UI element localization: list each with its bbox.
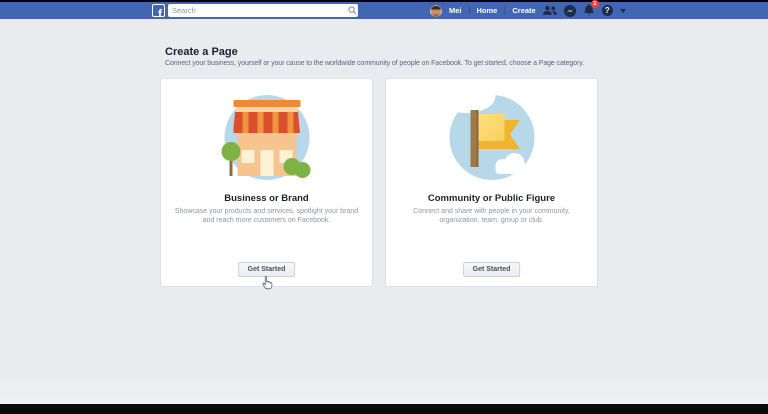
card-title: Community or Public Figure xyxy=(427,193,556,204)
cloud xyxy=(495,165,528,174)
storefront-window-left xyxy=(241,150,254,163)
messenger-icon[interactable] xyxy=(563,4,576,17)
get-started-button-business[interactable]: Get Started xyxy=(237,262,296,277)
account-menu-caret-icon[interactable] xyxy=(619,8,626,13)
help-glyph: ? xyxy=(601,5,613,16)
letterbox-bottom xyxy=(0,404,768,414)
page-subtitle: Connect your business, yourself or your … xyxy=(165,60,584,67)
category-cards: Business or Brand Showcase your products… xyxy=(160,78,598,287)
storefront-door xyxy=(260,150,273,176)
card-community-or-public-figure[interactable]: Community or Public Figure Connect and s… xyxy=(385,78,598,287)
caret-down-icon xyxy=(619,8,626,13)
create-page-screen: Create a Page Connect your business, you… xyxy=(0,19,768,404)
nav-divider xyxy=(504,6,506,15)
nav-profile[interactable]: Mei xyxy=(449,6,462,15)
nav-home[interactable]: Home xyxy=(477,6,498,15)
card-business-or-brand[interactable]: Business or Brand Showcase your products… xyxy=(160,78,373,287)
flag-illustration xyxy=(437,79,534,180)
friend-requests-icon[interactable] xyxy=(542,5,557,16)
search-bar[interactable] xyxy=(168,4,358,17)
flag-pole xyxy=(470,110,478,167)
header-nav: Mei Home Create 1 ? xyxy=(430,0,626,19)
search-icon[interactable] xyxy=(346,6,358,15)
facebook-logo-letter: f xyxy=(158,7,162,17)
storefront-cornice xyxy=(233,100,300,107)
video-frame: f Mei Home Create 1 ? xyxy=(0,0,768,414)
facebook-logo-icon[interactable]: f xyxy=(152,4,165,17)
facebook-header: f Mei Home Create 1 ? xyxy=(0,0,768,19)
avatar[interactable] xyxy=(430,4,442,17)
storefront-illustration xyxy=(221,95,310,180)
mouse-cursor xyxy=(262,276,273,290)
storefront-tree xyxy=(221,142,240,161)
page-title: Create a Page xyxy=(165,46,238,58)
help-icon[interactable]: ? xyxy=(601,5,613,16)
card-title: Business or Brand xyxy=(224,193,309,204)
cloud xyxy=(437,79,495,113)
search-input[interactable] xyxy=(168,6,346,15)
storefront-bush xyxy=(294,162,310,178)
flag-main xyxy=(478,114,504,141)
nav-create[interactable]: Create xyxy=(512,6,535,15)
get-started-button-community[interactable]: Get Started xyxy=(462,262,521,277)
notification-badge: 1 xyxy=(590,0,599,8)
storefront-strip xyxy=(236,107,297,112)
storefront-awning xyxy=(233,112,300,133)
card-description: Connect and share with people in your co… xyxy=(413,208,570,224)
nav-divider xyxy=(468,6,470,15)
notifications-icon[interactable]: 1 xyxy=(583,0,599,17)
card-description: Showcase your products and services, spo… xyxy=(174,208,359,224)
